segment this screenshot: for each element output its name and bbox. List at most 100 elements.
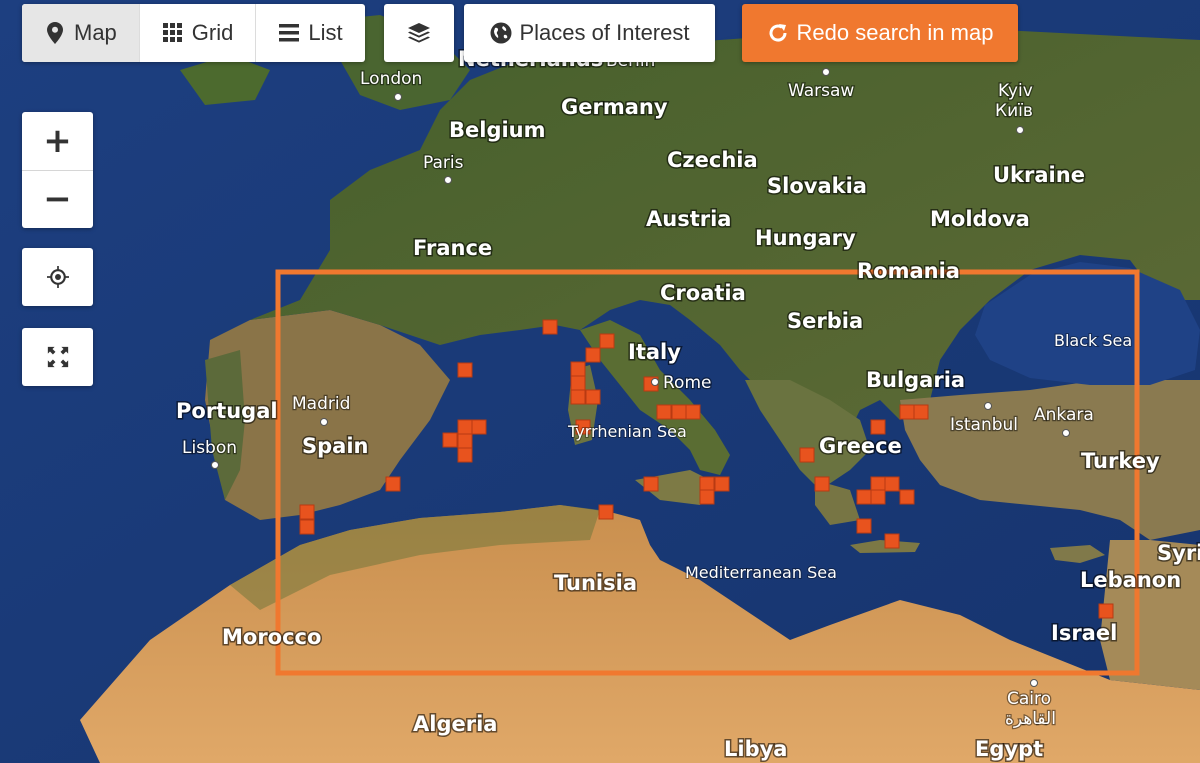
listing-marker[interactable] (856, 489, 872, 505)
ankara-dot (1062, 429, 1070, 437)
listing-marker[interactable] (685, 404, 701, 420)
listing-marker[interactable] (299, 504, 315, 520)
listing-marker[interactable] (856, 518, 872, 534)
label-portugal: Portugal (176, 399, 278, 423)
listing-marker[interactable] (542, 319, 558, 335)
view-mode-group: Map Grid List (22, 4, 365, 62)
listing-marker[interactable] (457, 419, 473, 435)
label-lebanon: Lebanon (1080, 568, 1181, 592)
listing-marker[interactable] (913, 404, 929, 420)
listing-marker[interactable] (442, 432, 458, 448)
listing-marker[interactable] (899, 404, 915, 420)
label-italy: Italy (628, 340, 681, 364)
label-rome: Rome (663, 373, 711, 393)
label-tyrrhenian-sea: Tyrrhenian Sea (567, 422, 687, 441)
listing-marker[interactable] (570, 375, 586, 391)
label-slovakia: Slovakia (767, 174, 867, 198)
refresh-icon (767, 22, 789, 44)
listing-marker[interactable] (884, 533, 900, 549)
label-london: London (360, 69, 422, 89)
listing-marker[interactable] (671, 404, 687, 420)
list-view-button[interactable]: List (256, 4, 364, 62)
rome-dot (651, 378, 659, 386)
lisbon-dot (211, 461, 219, 469)
grid-view-label: Grid (191, 20, 234, 45)
listing-marker[interactable] (385, 476, 401, 492)
grid-icon (162, 22, 184, 44)
map-canvas[interactable]: Netherlands Berlin London Warsaw Kyiv Ки… (0, 0, 1200, 763)
label-tunisia: Tunisia (554, 571, 637, 595)
warsaw-dot (822, 68, 830, 76)
listing-marker[interactable] (814, 476, 830, 492)
label-ukraine: Ukraine (993, 163, 1085, 187)
listing-marker[interactable] (699, 489, 715, 505)
paris-dot (444, 176, 452, 184)
label-germany: Germany (561, 95, 668, 119)
zoom-in-button[interactable]: + (22, 112, 93, 170)
label-warsaw: Warsaw (788, 81, 854, 101)
label-moldova: Moldova (930, 207, 1030, 231)
redo-search-label: Redo search in map (796, 20, 994, 45)
places-of-interest-button[interactable]: Places of Interest (464, 4, 715, 62)
listing-marker[interactable] (799, 447, 815, 463)
label-spain: Spain (302, 434, 368, 458)
expand-icon (47, 346, 69, 368)
places-of-interest-label: Places of Interest (519, 20, 690, 45)
listing-marker[interactable] (656, 404, 672, 420)
grid-view-button[interactable]: Grid (140, 4, 257, 62)
listing-marker[interactable] (870, 489, 886, 505)
listing-marker[interactable] (884, 476, 900, 492)
listing-marker[interactable] (870, 476, 886, 492)
listing-marker[interactable] (643, 476, 659, 492)
listing-marker[interactable] (1098, 603, 1114, 619)
label-israel: Israel (1051, 621, 1117, 645)
label-cairo-local: القاهرة (1005, 709, 1056, 729)
listing-marker[interactable] (585, 389, 601, 405)
zoom-out-button[interactable]: − (22, 169, 93, 229)
listing-marker[interactable] (585, 347, 601, 363)
label-mediterranean-sea: Mediterranean Sea (685, 563, 837, 582)
fullscreen-button[interactable] (22, 328, 93, 386)
listing-marker[interactable] (714, 476, 730, 492)
listing-marker[interactable] (899, 489, 915, 505)
map-pin-icon (44, 22, 66, 44)
label-croatia: Croatia (660, 281, 746, 305)
label-turkey: Turkey (1081, 449, 1160, 473)
label-libya: Libya (724, 737, 787, 761)
listing-marker[interactable] (699, 476, 715, 492)
layers-button[interactable] (384, 4, 454, 62)
label-kyiv: Kyiv (998, 81, 1033, 101)
listing-marker[interactable] (457, 447, 473, 463)
redo-search-button[interactable]: Redo search in map (742, 4, 1018, 62)
map-view-button[interactable]: Map (22, 4, 140, 62)
map-view-label: Map (74, 20, 117, 45)
label-romania: Romania (857, 259, 960, 283)
label-serbia: Serbia (787, 309, 863, 333)
list-view-label: List (308, 20, 343, 45)
listing-marker[interactable] (570, 389, 586, 405)
cairo-dot (1030, 679, 1038, 687)
listing-marker[interactable] (598, 504, 614, 520)
listing-marker[interactable] (471, 419, 487, 435)
locate-button[interactable] (22, 248, 93, 306)
label-black-sea: Black Sea (1054, 331, 1132, 350)
label-egypt: Egypt (975, 737, 1043, 761)
label-paris: Paris (423, 153, 464, 173)
label-belgium: Belgium (449, 118, 546, 142)
listing-marker[interactable] (457, 433, 473, 449)
label-ankara: Ankara (1034, 405, 1094, 425)
zoom-control: + − (22, 112, 93, 228)
label-algeria: Algeria (413, 712, 497, 736)
label-cairo: Cairo (1007, 689, 1051, 709)
listing-marker[interactable] (599, 333, 615, 349)
label-hungary: Hungary (755, 226, 856, 250)
listing-marker[interactable] (457, 362, 473, 378)
label-kyiv-local: Київ (995, 101, 1033, 121)
listing-marker[interactable] (870, 419, 886, 435)
label-lisbon: Lisbon (182, 438, 237, 458)
label-istanbul: Istanbul (950, 415, 1018, 435)
listing-marker[interactable] (570, 361, 586, 377)
label-madrid: Madrid (292, 394, 350, 414)
crosshair-icon (46, 266, 69, 288)
listing-marker[interactable] (299, 519, 315, 535)
